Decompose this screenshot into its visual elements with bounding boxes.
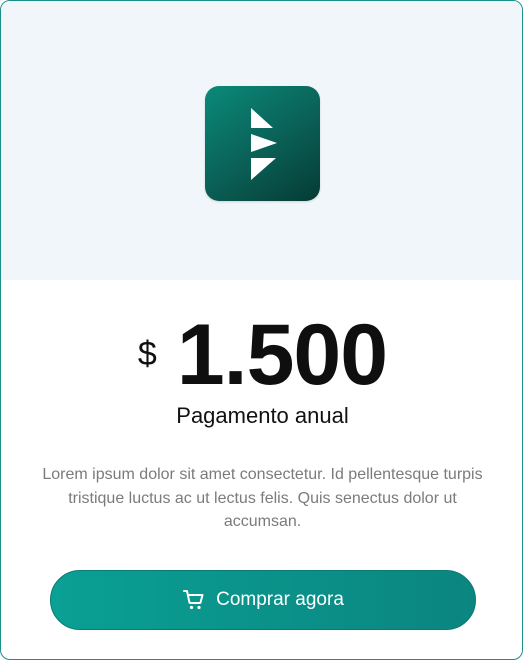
price-amount: 1.500 bbox=[176, 307, 388, 403]
brand-logo bbox=[205, 86, 320, 201]
cart-icon bbox=[183, 590, 204, 610]
currency-symbol: $ bbox=[137, 335, 157, 373]
card-hero bbox=[1, 1, 522, 280]
billing-period: Pagamento anual bbox=[176, 403, 349, 428]
plan-description: Lorem ipsum dolor sit amet consectetur. … bbox=[42, 466, 483, 530]
buy-now-button[interactable]: Comprar agora bbox=[50, 570, 476, 630]
buy-now-label: Comprar agora bbox=[216, 589, 344, 610]
brand-logo-icon bbox=[251, 108, 277, 180]
price: $ 1.500 bbox=[1, 307, 522, 403]
pricing-card: $ 1.500 Pagamento anual Lorem ipsum dolo… bbox=[0, 0, 523, 660]
